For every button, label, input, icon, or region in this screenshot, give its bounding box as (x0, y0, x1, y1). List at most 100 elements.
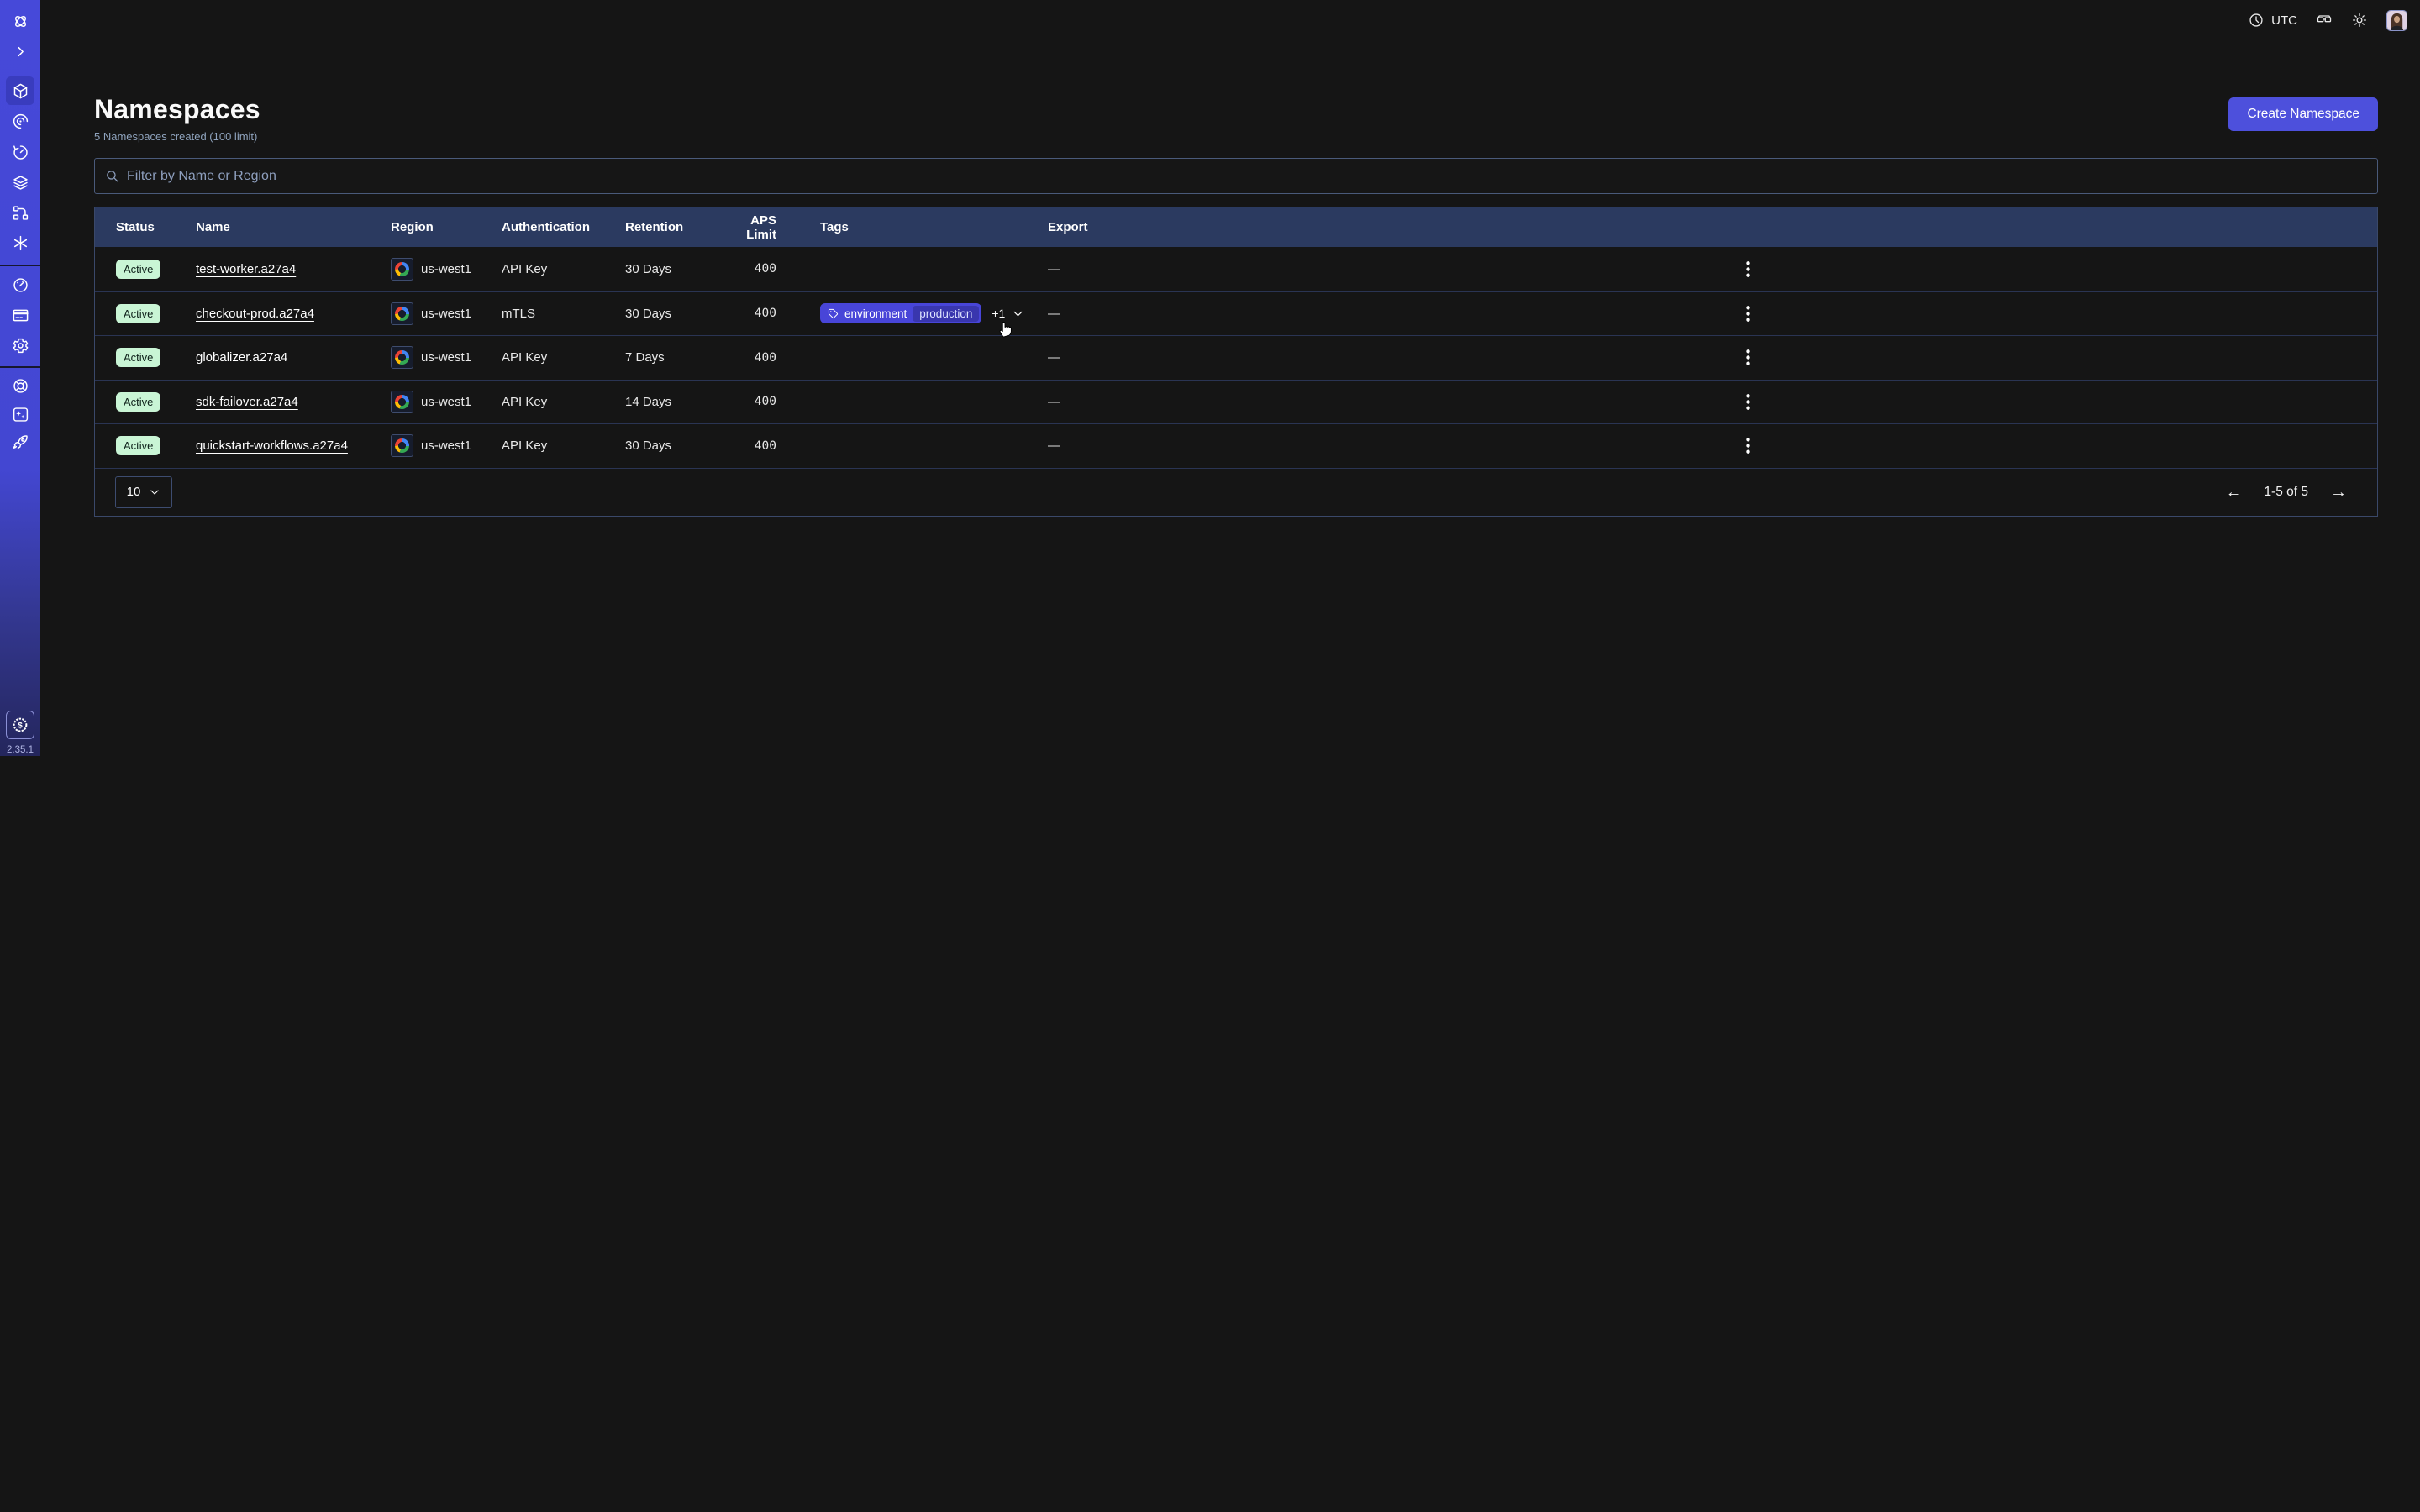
sparkle-square-icon (12, 406, 29, 423)
sun-icon (2351, 12, 2368, 29)
gcp-region-icon (391, 258, 413, 281)
gear-icon (12, 337, 29, 354)
namespaces-table: Status Name Region Authentication Retent… (94, 207, 2378, 517)
table-row: Active quickstart-workflows.a27a4 us-wes… (95, 423, 2377, 468)
tag-icon (828, 308, 839, 319)
sidebar-item-settings[interactable] (6, 331, 34, 360)
sidebar-divider (0, 265, 40, 266)
table-header-row: Status Name Region Authentication Retent… (95, 207, 2377, 247)
region-label: us-west1 (421, 350, 471, 365)
gcp-region-icon (391, 346, 413, 369)
export-value: — (1048, 262, 1119, 276)
namespace-link[interactable]: globalizer.a27a4 (196, 350, 287, 365)
rocket-icon (12, 433, 29, 451)
credit-card-icon (12, 307, 29, 324)
glasses-icon (2316, 12, 2333, 29)
namespace-count-subtitle: 5 Namespaces created (100 limit) (94, 130, 260, 143)
table-row: Active globalizer.a27a4 us-west1 API Key… (95, 335, 2377, 380)
aps-limit-value: 400 (723, 262, 780, 276)
pagination-range: 1-5 of 5 (2264, 485, 2308, 500)
theme-toggle-button[interactable] (2351, 12, 2368, 29)
sidebar-expand-chevron-right-icon[interactable] (6, 37, 34, 66)
filter-input[interactable] (127, 169, 2367, 184)
sidebar-item-workflows[interactable] (6, 107, 34, 135)
sidebar-item-whats-new[interactable] (6, 400, 34, 428)
asterisk-icon (12, 234, 29, 252)
row-actions-kebab-icon[interactable] (1739, 391, 1757, 413)
aps-limit-value: 400 (723, 351, 780, 365)
prev-page-arrow-icon[interactable]: ← (2225, 484, 2242, 501)
sidebar-item-schedules[interactable] (6, 138, 34, 166)
aps-limit-value: 400 (723, 395, 780, 408)
gcp-region-icon (391, 302, 413, 325)
page-header: Namespaces 5 Namespaces created (100 lim… (94, 94, 2378, 143)
next-page-arrow-icon[interactable]: → (2330, 484, 2347, 501)
namespace-link[interactable]: test-worker.a27a4 (196, 262, 296, 276)
credits-button[interactable]: $ (6, 711, 34, 739)
create-namespace-button[interactable]: Create Namespace (2228, 97, 2378, 131)
row-actions-kebab-icon[interactable] (1739, 434, 1757, 457)
sidebar-item-getting-started[interactable] (6, 428, 34, 456)
sidebar-item-billing[interactable] (6, 301, 34, 329)
clock-icon (2248, 12, 2265, 29)
retention-value: 30 Days (625, 438, 723, 453)
svg-text:$: $ (18, 722, 23, 731)
namespace-link[interactable]: checkout-prod.a27a4 (196, 307, 314, 321)
status-badge: Active (116, 304, 160, 323)
column-header-export: Export (1048, 220, 1119, 234)
aps-limit-value: 400 (723, 307, 780, 320)
sidebar-item-nexus[interactable] (6, 228, 34, 257)
coin-icon: $ (11, 716, 29, 734)
auth-method: API Key (502, 262, 625, 276)
export-value: — (1048, 350, 1119, 365)
gcp-region-icon (391, 434, 413, 457)
column-header-status: Status (116, 220, 196, 234)
sidebar-divider (0, 366, 40, 368)
export-value: — (1048, 438, 1119, 453)
status-badge: Active (116, 260, 160, 279)
table-row: Active test-worker.a27a4 us-west1 API Ke… (95, 247, 2377, 291)
sidebar-item-usage[interactable] (6, 270, 34, 299)
tag-chip[interactable]: environment production (820, 303, 981, 323)
status-badge: Active (116, 348, 160, 367)
user-avatar[interactable] (2386, 10, 2407, 31)
search-icon (105, 169, 119, 183)
timezone-button[interactable]: UTC (2248, 12, 2297, 29)
sidebar-item-namespaces[interactable] (6, 76, 34, 105)
column-header-authentication: Authentication (502, 220, 625, 234)
column-header-aps-limit: APS Limit (723, 213, 780, 242)
lifebuoy-icon (12, 377, 29, 395)
layers-icon (12, 174, 29, 192)
auth-method: mTLS (502, 307, 625, 321)
row-actions-kebab-icon[interactable] (1739, 258, 1757, 281)
filter-bar (94, 158, 2378, 194)
region-label: us-west1 (421, 307, 471, 321)
labs-toggle-button[interactable] (2316, 12, 2333, 29)
timezone-label: UTC (2271, 13, 2297, 28)
row-actions-kebab-icon[interactable] (1739, 346, 1757, 369)
namespace-link[interactable]: quickstart-workflows.a27a4 (196, 438, 348, 453)
cube-icon (12, 82, 29, 100)
sidebar-item-support[interactable] (6, 371, 34, 400)
tag-value: production (913, 306, 979, 322)
table-pagination: 10 ← 1-5 of 5 → (95, 468, 2377, 516)
temporal-logo-icon[interactable] (6, 7, 34, 35)
sidebar-item-batch-operations[interactable] (6, 198, 34, 227)
mouse-cursor-pointer (994, 318, 1016, 339)
column-header-region: Region (391, 220, 502, 234)
chevron-down-icon (149, 486, 160, 498)
column-header-retention: Retention (625, 220, 723, 234)
status-badge: Active (116, 436, 160, 455)
namespace-link[interactable]: sdk-failover.a27a4 (196, 395, 298, 409)
export-value: — (1048, 307, 1119, 321)
auth-method: API Key (502, 438, 625, 453)
status-badge: Active (116, 392, 160, 412)
sidebar-item-deployments[interactable] (6, 168, 34, 197)
table-row: Active checkout-prod.a27a4 us-west1 mTLS… (95, 291, 2377, 336)
auth-method: API Key (502, 350, 625, 365)
page-size-select[interactable]: 10 (115, 476, 172, 508)
top-bar: UTC (40, 0, 2420, 40)
retention-value: 30 Days (625, 307, 723, 321)
row-actions-kebab-icon[interactable] (1739, 302, 1757, 325)
table-row: Active sdk-failover.a27a4 us-west1 API K… (95, 380, 2377, 424)
